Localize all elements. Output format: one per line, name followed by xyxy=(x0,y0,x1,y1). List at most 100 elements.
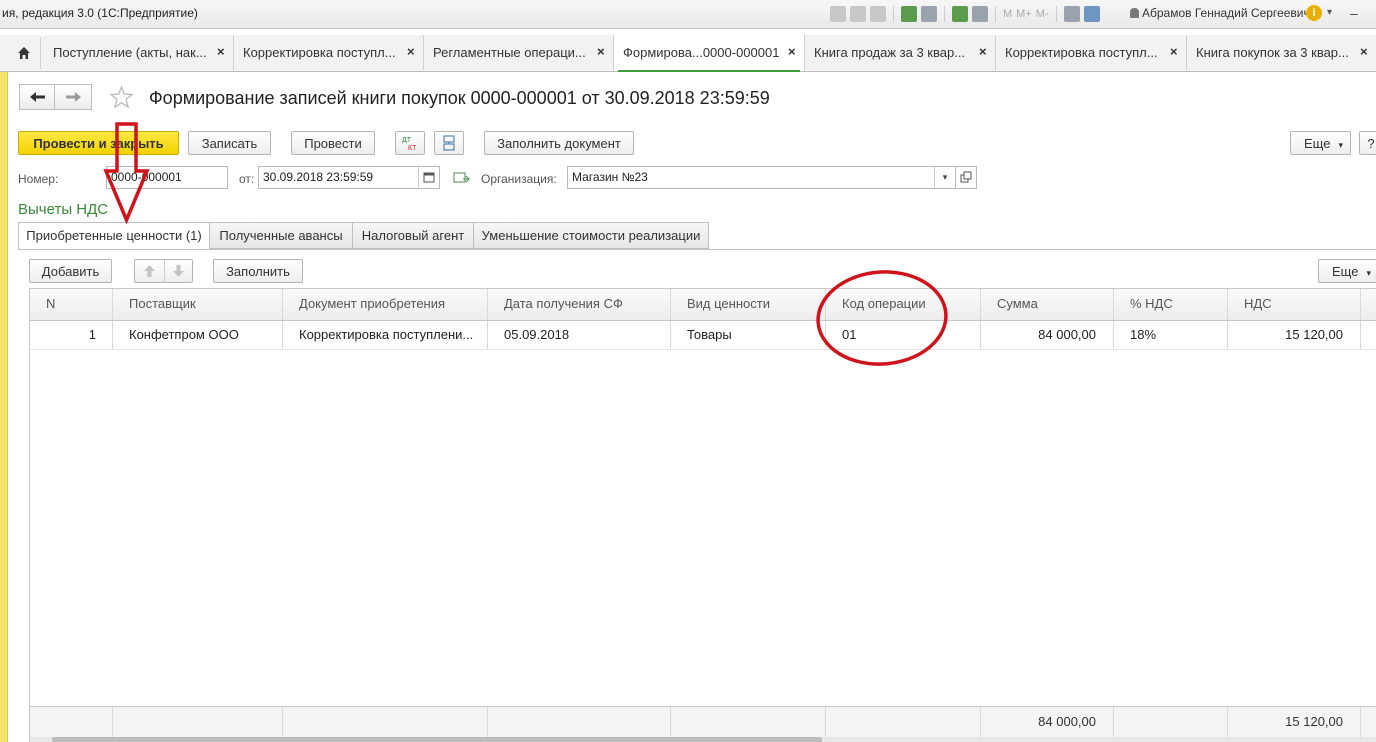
zoom-icon[interactable] xyxy=(1063,6,1080,22)
cell-document[interactable]: Корректировка поступлени... xyxy=(283,321,488,349)
organization-field[interactable]: Магазин №23 ▾ xyxy=(567,166,956,189)
cell-invoice-date[interactable]: 05.09.2018 xyxy=(488,321,671,349)
table-more-button[interactable]: Еще ▾ xyxy=(1318,259,1376,283)
more-label: Еще xyxy=(1332,264,1359,279)
forward-button[interactable] xyxy=(54,84,92,110)
cell-operation-code[interactable]: 01 xyxy=(826,321,981,349)
tab-kniga-pokupok[interactable]: Книга покупок за 3 квар... × xyxy=(1187,35,1376,70)
cell-value-type[interactable]: Товары xyxy=(671,321,826,349)
scrollbar-thumb[interactable] xyxy=(52,737,822,742)
number-field[interactable]: 0000-000001 xyxy=(106,166,228,189)
cell-n[interactable]: 1 xyxy=(30,321,113,349)
arrow-right-icon xyxy=(66,92,81,102)
total-empty xyxy=(283,707,488,738)
column-header-invoice-date[interactable]: Дата получения СФ xyxy=(488,289,671,320)
tab-tax-agent[interactable]: Налоговый агент xyxy=(352,222,474,249)
date-field[interactable]: 30.09.2018 23:59:59 xyxy=(258,166,440,189)
print-icon[interactable] xyxy=(850,6,866,22)
tab-acquired-values[interactable]: Приобретенные ценности (1) xyxy=(18,222,210,250)
column-header-document[interactable]: Документ приобретения xyxy=(283,289,488,320)
horizontal-scrollbar[interactable] xyxy=(30,737,1376,742)
column-header-supplier[interactable]: Поставщик xyxy=(113,289,283,320)
cell-supplier[interactable]: Конфетпром ООО xyxy=(113,321,283,349)
svg-text:ДТ: ДТ xyxy=(402,137,412,144)
arrow-up-icon xyxy=(144,265,155,277)
panels-icon[interactable] xyxy=(1083,6,1100,22)
dtkt-report-button[interactable]: ДТ КТ xyxy=(395,131,425,155)
cell-vat-rate[interactable]: 18% xyxy=(1114,321,1228,349)
total-sum: 84 000,00 xyxy=(981,707,1114,738)
star-icon[interactable] xyxy=(108,84,135,111)
move-down-button[interactable] xyxy=(164,260,193,282)
add-row-button[interactable]: Добавить xyxy=(29,259,112,283)
close-icon[interactable]: × xyxy=(1170,44,1178,59)
memory-m-button[interactable]: M xyxy=(1003,8,1012,20)
info-icon[interactable]: i xyxy=(1306,5,1322,21)
column-header-n[interactable]: N xyxy=(30,289,113,320)
back-button[interactable] xyxy=(19,84,56,110)
more-menu-button[interactable]: Еще ▾ xyxy=(1290,131,1351,155)
mail-icon[interactable] xyxy=(921,6,937,22)
home-button[interactable] xyxy=(8,37,41,69)
column-header-operation-code[interactable]: Код операции xyxy=(826,289,981,320)
move-buttons xyxy=(134,259,193,283)
tab-label: Книга продаж за 3 квар... xyxy=(814,45,966,60)
save-icon[interactable] xyxy=(830,6,846,22)
column-header-value-type[interactable]: Вид ценности xyxy=(671,289,826,320)
tab-reglamentnye[interactable]: Регламентные операци... × xyxy=(424,35,614,70)
total-empty xyxy=(671,707,826,738)
post-button[interactable]: Провести xyxy=(291,131,375,155)
move-up-button[interactable] xyxy=(135,260,165,282)
toolbar-divider xyxy=(995,6,996,22)
column-header-vat[interactable]: НДС xyxy=(1228,289,1361,320)
page-title: Формирование записей книги покупок 0000-… xyxy=(149,88,770,108)
arrow-down-icon xyxy=(173,265,184,277)
tab-label: Формирова...0000-000001 xyxy=(623,45,780,60)
close-icon[interactable]: × xyxy=(979,44,987,59)
table-totals: 84 000,00 15 120,00 xyxy=(30,706,1376,738)
tab-kniga-prodazh[interactable]: Книга продаж за 3 квар... × xyxy=(805,35,996,70)
minimize-button[interactable]: ‒ xyxy=(1350,6,1376,21)
acquired-values-table[interactable]: N Поставщик Документ приобретения Дата п… xyxy=(29,288,1376,742)
save-button[interactable]: Записать xyxy=(188,131,271,155)
memory-minus-button[interactable]: M- xyxy=(1036,8,1049,20)
help-button[interactable]: ? xyxy=(1359,131,1376,155)
tab-korrektirovka-1[interactable]: Корректировка поступл... × xyxy=(234,35,424,70)
structure-button[interactable] xyxy=(434,131,464,155)
close-icon[interactable]: × xyxy=(597,44,605,59)
tab-postuplenie[interactable]: Поступление (акты, нак... × xyxy=(44,35,234,70)
number-label: Номер: xyxy=(18,172,59,186)
column-header-vat-rate[interactable]: % НДС xyxy=(1114,289,1228,320)
close-icon[interactable]: × xyxy=(1360,44,1368,59)
upload-icon[interactable] xyxy=(901,6,917,22)
chevron-down-icon[interactable]: ▾ xyxy=(934,167,955,188)
cell-vat[interactable]: 15 120,00 xyxy=(1228,321,1361,349)
close-icon[interactable]: × xyxy=(788,44,796,59)
table-row[interactable]: 1 Конфетпром ООО Корректировка поступлен… xyxy=(30,321,1376,350)
chevron-down-icon: ▾ xyxy=(1366,268,1371,278)
arrow-left-icon xyxy=(30,92,45,102)
fill-document-button[interactable]: Заполнить документ xyxy=(484,131,634,155)
total-vat: 15 120,00 xyxy=(1228,707,1361,738)
post-and-close-button[interactable]: Провести и закрыть xyxy=(18,131,179,155)
calendar-icon[interactable] xyxy=(418,167,439,188)
chevron-down-icon[interactable]: ▾ xyxy=(1327,7,1332,18)
preview-icon[interactable] xyxy=(870,6,886,22)
tab-label: Книга покупок за 3 квар... xyxy=(1196,45,1349,60)
fill-table-button[interactable]: Заполнить xyxy=(213,259,303,283)
cell-sum[interactable]: 84 000,00 xyxy=(981,321,1114,349)
close-icon[interactable]: × xyxy=(407,44,415,59)
tab-received-advances[interactable]: Полученные авансы xyxy=(209,222,353,249)
tab-korrektirovka-2[interactable]: Корректировка поступл... × xyxy=(996,35,1187,70)
window-titlebar: ия, редакция 3.0 (1С:Предприятие) M M+ M… xyxy=(0,0,1376,29)
tab-reduction-cost[interactable]: Уменьшение стоимости реализации xyxy=(473,222,709,249)
open-organization-button[interactable] xyxy=(955,166,977,189)
history-icon[interactable] xyxy=(453,171,470,186)
memory-plus-button[interactable]: M+ xyxy=(1016,8,1032,20)
calculator-icon[interactable] xyxy=(952,6,968,22)
calendar-icon[interactable] xyxy=(972,6,988,22)
close-icon[interactable]: × xyxy=(217,44,225,59)
tab-formirovanie[interactable]: Формирова...0000-000001 × xyxy=(614,35,805,72)
current-user[interactable]: Абрамов Геннадий Сергеевич xyxy=(1130,6,1310,20)
column-header-sum[interactable]: Сумма xyxy=(981,289,1114,320)
